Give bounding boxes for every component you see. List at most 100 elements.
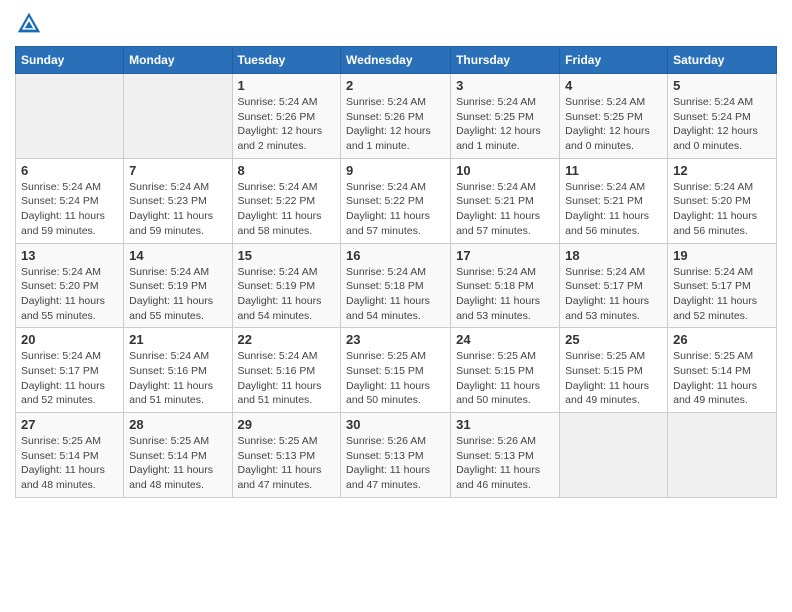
day-detail: Sunrise: 5:26 AM Sunset: 5:13 PM Dayligh…: [346, 434, 445, 493]
day-number: 30: [346, 417, 445, 432]
day-detail: Sunrise: 5:24 AM Sunset: 5:17 PM Dayligh…: [673, 265, 771, 324]
calendar-cell: 15 Sunrise: 5:24 AM Sunset: 5:19 PM Dayli…: [232, 243, 341, 328]
calendar-cell: [16, 74, 124, 159]
day-number: 5: [673, 78, 771, 93]
calendar-cell: 27 Sunrise: 5:25 AM Sunset: 5:14 PM Dayli…: [16, 413, 124, 498]
day-detail: Sunrise: 5:24 AM Sunset: 5:17 PM Dayligh…: [21, 349, 118, 408]
calendar-cell: [124, 74, 232, 159]
day-detail: Sunrise: 5:24 AM Sunset: 5:26 PM Dayligh…: [238, 95, 336, 154]
page-header: [15, 10, 777, 38]
day-number: 1: [238, 78, 336, 93]
day-number: 26: [673, 332, 771, 347]
calendar-cell: 2 Sunrise: 5:24 AM Sunset: 5:26 PM Daylig…: [341, 74, 451, 159]
day-detail: Sunrise: 5:24 AM Sunset: 5:21 PM Dayligh…: [565, 180, 662, 239]
weekday-header-friday: Friday: [560, 47, 668, 74]
calendar-week-5: 27 Sunrise: 5:25 AM Sunset: 5:14 PM Dayli…: [16, 413, 777, 498]
calendar-cell: 20Sunrise: 5:24 AM Sunset: 5:17 PM Dayli…: [16, 328, 124, 413]
calendar-cell: 31 Sunrise: 5:26 AM Sunset: 5:13 PM Dayli…: [451, 413, 560, 498]
weekday-header-wednesday: Wednesday: [341, 47, 451, 74]
day-number: 12: [673, 163, 771, 178]
calendar-cell: 22 Sunrise: 5:24 AM Sunset: 5:16 PM Dayli…: [232, 328, 341, 413]
day-detail: Sunrise: 5:24 AM Sunset: 5:25 PM Dayligh…: [456, 95, 554, 154]
calendar-cell: 12 Sunrise: 5:24 AM Sunset: 5:20 PM Dayli…: [668, 158, 777, 243]
day-number: 31: [456, 417, 554, 432]
day-detail: Sunrise: 5:25 AM Sunset: 5:15 PM Dayligh…: [456, 349, 554, 408]
day-number: 3: [456, 78, 554, 93]
day-detail: Sunrise: 5:25 AM Sunset: 5:15 PM Dayligh…: [346, 349, 445, 408]
calendar-cell: 9 Sunrise: 5:24 AM Sunset: 5:22 PM Daylig…: [341, 158, 451, 243]
calendar-cell: 28 Sunrise: 5:25 AM Sunset: 5:14 PM Dayli…: [124, 413, 232, 498]
day-detail: Sunrise: 5:24 AM Sunset: 5:19 PM Dayligh…: [129, 265, 226, 324]
calendar-cell: 1 Sunrise: 5:24 AM Sunset: 5:26 PM Daylig…: [232, 74, 341, 159]
calendar-cell: 13 Sunrise: 5:24 AM Sunset: 5:20 PM Dayli…: [16, 243, 124, 328]
day-detail: Sunrise: 5:25 AM Sunset: 5:15 PM Dayligh…: [565, 349, 662, 408]
day-number: 14: [129, 248, 226, 263]
calendar-cell: 7Sunrise: 5:24 AM Sunset: 5:23 PM Daylig…: [124, 158, 232, 243]
day-detail: Sunrise: 5:24 AM Sunset: 5:16 PM Dayligh…: [238, 349, 336, 408]
day-detail: Sunrise: 5:24 AM Sunset: 5:22 PM Dayligh…: [238, 180, 336, 239]
calendar-week-4: 20Sunrise: 5:24 AM Sunset: 5:17 PM Dayli…: [16, 328, 777, 413]
calendar-cell: 18 Sunrise: 5:24 AM Sunset: 5:17 PM Dayli…: [560, 243, 668, 328]
calendar-cell: 6Sunrise: 5:24 AM Sunset: 5:24 PM Daylig…: [16, 158, 124, 243]
weekday-header-tuesday: Tuesday: [232, 47, 341, 74]
day-detail: Sunrise: 5:26 AM Sunset: 5:13 PM Dayligh…: [456, 434, 554, 493]
weekday-header-monday: Monday: [124, 47, 232, 74]
day-detail: Sunrise: 5:25 AM Sunset: 5:14 PM Dayligh…: [673, 349, 771, 408]
day-detail: Sunrise: 5:24 AM Sunset: 5:26 PM Dayligh…: [346, 95, 445, 154]
day-detail: Sunrise: 5:24 AM Sunset: 5:21 PM Dayligh…: [456, 180, 554, 239]
weekday-header-sunday: Sunday: [16, 47, 124, 74]
logo: [15, 10, 47, 38]
day-number: 27: [21, 417, 118, 432]
calendar-cell: 26 Sunrise: 5:25 AM Sunset: 5:14 PM Dayli…: [668, 328, 777, 413]
calendar-cell: 29 Sunrise: 5:25 AM Sunset: 5:13 PM Dayli…: [232, 413, 341, 498]
day-detail: Sunrise: 5:25 AM Sunset: 5:13 PM Dayligh…: [238, 434, 336, 493]
day-number: 10: [456, 163, 554, 178]
day-number: 22: [238, 332, 336, 347]
calendar-cell: 4Sunrise: 5:24 AM Sunset: 5:25 PM Daylig…: [560, 74, 668, 159]
day-detail: Sunrise: 5:25 AM Sunset: 5:14 PM Dayligh…: [21, 434, 118, 493]
day-number: 6: [21, 163, 118, 178]
day-number: 8: [238, 163, 336, 178]
calendar-cell: 30 Sunrise: 5:26 AM Sunset: 5:13 PM Dayli…: [341, 413, 451, 498]
day-detail: Sunrise: 5:24 AM Sunset: 5:17 PM Dayligh…: [565, 265, 662, 324]
calendar-cell: 3 Sunrise: 5:24 AM Sunset: 5:25 PM Daylig…: [451, 74, 560, 159]
logo-icon: [15, 10, 43, 38]
day-number: 2: [346, 78, 445, 93]
day-detail: Sunrise: 5:24 AM Sunset: 5:25 PM Dayligh…: [565, 95, 662, 154]
calendar-week-3: 13 Sunrise: 5:24 AM Sunset: 5:20 PM Dayli…: [16, 243, 777, 328]
day-detail: Sunrise: 5:25 AM Sunset: 5:14 PM Dayligh…: [129, 434, 226, 493]
day-detail: Sunrise: 5:24 AM Sunset: 5:18 PM Dayligh…: [346, 265, 445, 324]
day-number: 25: [565, 332, 662, 347]
day-detail: Sunrise: 5:24 AM Sunset: 5:20 PM Dayligh…: [673, 180, 771, 239]
day-number: 9: [346, 163, 445, 178]
calendar-table: SundayMondayTuesdayWednesdayThursdayFrid…: [15, 46, 777, 498]
day-detail: Sunrise: 5:24 AM Sunset: 5:18 PM Dayligh…: [456, 265, 554, 324]
calendar-cell: 5 Sunrise: 5:24 AM Sunset: 5:24 PM Daylig…: [668, 74, 777, 159]
day-detail: Sunrise: 5:24 AM Sunset: 5:24 PM Dayligh…: [673, 95, 771, 154]
weekday-header-saturday: Saturday: [668, 47, 777, 74]
day-number: 18: [565, 248, 662, 263]
day-detail: Sunrise: 5:24 AM Sunset: 5:20 PM Dayligh…: [21, 265, 118, 324]
day-number: 19: [673, 248, 771, 263]
calendar-week-2: 6Sunrise: 5:24 AM Sunset: 5:24 PM Daylig…: [16, 158, 777, 243]
day-number: 13: [21, 248, 118, 263]
day-number: 29: [238, 417, 336, 432]
calendar-cell: 14 Sunrise: 5:24 AM Sunset: 5:19 PM Dayli…: [124, 243, 232, 328]
day-number: 7: [129, 163, 226, 178]
calendar-cell: [668, 413, 777, 498]
calendar-cell: 11 Sunrise: 5:24 AM Sunset: 5:21 PM Dayli…: [560, 158, 668, 243]
calendar-cell: 25 Sunrise: 5:25 AM Sunset: 5:15 PM Dayli…: [560, 328, 668, 413]
day-number: 11: [565, 163, 662, 178]
calendar-cell: 8 Sunrise: 5:24 AM Sunset: 5:22 PM Daylig…: [232, 158, 341, 243]
calendar-cell: 10 Sunrise: 5:24 AM Sunset: 5:21 PM Dayli…: [451, 158, 560, 243]
day-detail: Sunrise: 5:24 AM Sunset: 5:19 PM Dayligh…: [238, 265, 336, 324]
calendar-week-1: 1 Sunrise: 5:24 AM Sunset: 5:26 PM Daylig…: [16, 74, 777, 159]
calendar-cell: 21Sunrise: 5:24 AM Sunset: 5:16 PM Dayli…: [124, 328, 232, 413]
day-number: 15: [238, 248, 336, 263]
day-detail: Sunrise: 5:24 AM Sunset: 5:22 PM Dayligh…: [346, 180, 445, 239]
calendar-cell: 23Sunrise: 5:25 AM Sunset: 5:15 PM Dayli…: [341, 328, 451, 413]
day-number: 21: [129, 332, 226, 347]
weekday-header-thursday: Thursday: [451, 47, 560, 74]
day-number: 17: [456, 248, 554, 263]
day-number: 28: [129, 417, 226, 432]
